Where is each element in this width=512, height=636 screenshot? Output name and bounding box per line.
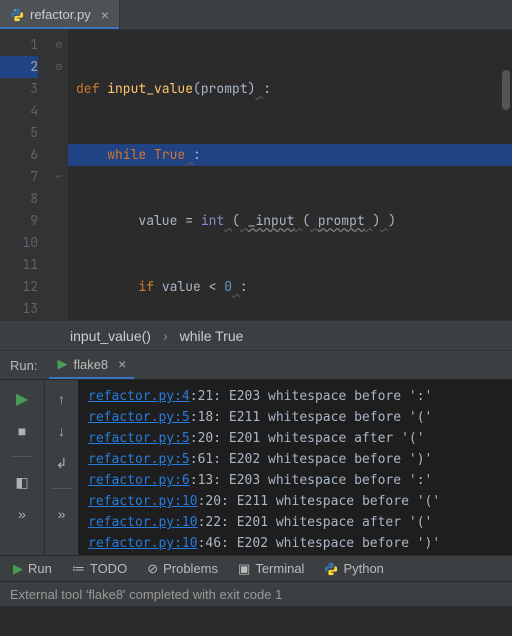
code-editor[interactable]: 1 2 3 4 5 6 7 8 9 10 11 12 13 ⊟ ⊟ ⌐ def … <box>0 30 512 320</box>
todo-tool-button[interactable]: ≔TODO <box>63 556 136 581</box>
soft-wrap-icon[interactable]: ↲ <box>51 452 73 474</box>
problems-tool-button[interactable]: ⊘Problems <box>138 556 227 581</box>
run-toolbar-left: ▶ ■ ◧ » <box>0 380 44 555</box>
fold-end-icon: ⌐ <box>50 166 68 188</box>
line-number-gutter: 1 2 3 4 5 6 7 8 9 10 11 12 13 <box>0 30 50 320</box>
file-link[interactable]: refactor.py:5 <box>88 410 190 425</box>
code-area[interactable]: def input_value(prompt) : while True : v… <box>68 30 512 320</box>
status-bar: External tool 'flake8' completed with ex… <box>0 581 512 606</box>
run-toolbar-right: ↑ ↓ ↲ » <box>44 380 78 555</box>
fold-icon[interactable]: ⊟ <box>50 56 68 78</box>
file-link[interactable]: refactor.py:4 <box>88 389 190 404</box>
console-line: refactor.py:4:21: E203 whitespace before… <box>88 386 508 407</box>
file-link[interactable]: refactor.py:5 <box>88 431 190 446</box>
rerun-button[interactable]: ▶ <box>11 388 33 410</box>
file-link[interactable]: refactor.py:10 <box>88 536 198 551</box>
terminal-tool-button[interactable]: ▣Terminal <box>229 556 313 581</box>
run-tool-header: Run: ▶ flake8 × <box>0 350 512 380</box>
editor-tab-bar: refactor.py × <box>0 0 512 30</box>
close-icon[interactable]: × <box>118 356 126 372</box>
stop-button[interactable]: ■ <box>11 420 33 442</box>
run-tool-button[interactable]: ▶Run <box>4 556 61 581</box>
editor-tab-refactor[interactable]: refactor.py × <box>0 0 120 29</box>
file-link[interactable]: refactor.py:10 <box>88 515 198 530</box>
up-arrow-icon[interactable]: ↑ <box>51 388 73 410</box>
python-console-button[interactable]: Python <box>315 556 392 581</box>
down-arrow-icon[interactable]: ↓ <box>51 420 73 442</box>
run-tool-window: ▶ ■ ◧ » ↑ ↓ ↲ » refactor.py:4:21: E203 w… <box>0 380 512 555</box>
file-link[interactable]: refactor.py:5 <box>88 452 190 467</box>
breadcrumb-item[interactable]: input_value() <box>70 328 151 344</box>
run-panel-label: Run: <box>10 358 37 373</box>
python-icon <box>324 562 338 576</box>
editor-scrollbar[interactable] <box>502 70 510 110</box>
breadcrumb[interactable]: input_value() › while True <box>0 320 512 350</box>
status-text: External tool 'flake8' completed with ex… <box>10 587 282 602</box>
fold-icon[interactable]: ⊟ <box>50 34 68 56</box>
file-link[interactable]: refactor.py:6 <box>88 473 190 488</box>
more-icon[interactable]: » <box>51 503 73 525</box>
python-file-icon <box>10 8 24 22</box>
run-console[interactable]: refactor.py:4:21: E203 whitespace before… <box>78 380 512 555</box>
run-config-tab[interactable]: ▶ flake8 × <box>49 351 134 379</box>
close-icon[interactable]: × <box>101 7 109 23</box>
breadcrumb-item[interactable]: while True <box>180 328 244 344</box>
bottom-tool-bar: ▶Run ≔TODO ⊘Problems ▣Terminal Python <box>0 555 512 581</box>
tab-filename: refactor.py <box>30 7 91 22</box>
expand-button[interactable]: » <box>11 503 33 525</box>
layout-button[interactable]: ◧ <box>11 471 33 493</box>
chevron-right-icon: › <box>163 328 168 344</box>
file-link[interactable]: refactor.py:10 <box>88 494 198 509</box>
fold-gutter: ⊟ ⊟ ⌐ <box>50 30 68 320</box>
